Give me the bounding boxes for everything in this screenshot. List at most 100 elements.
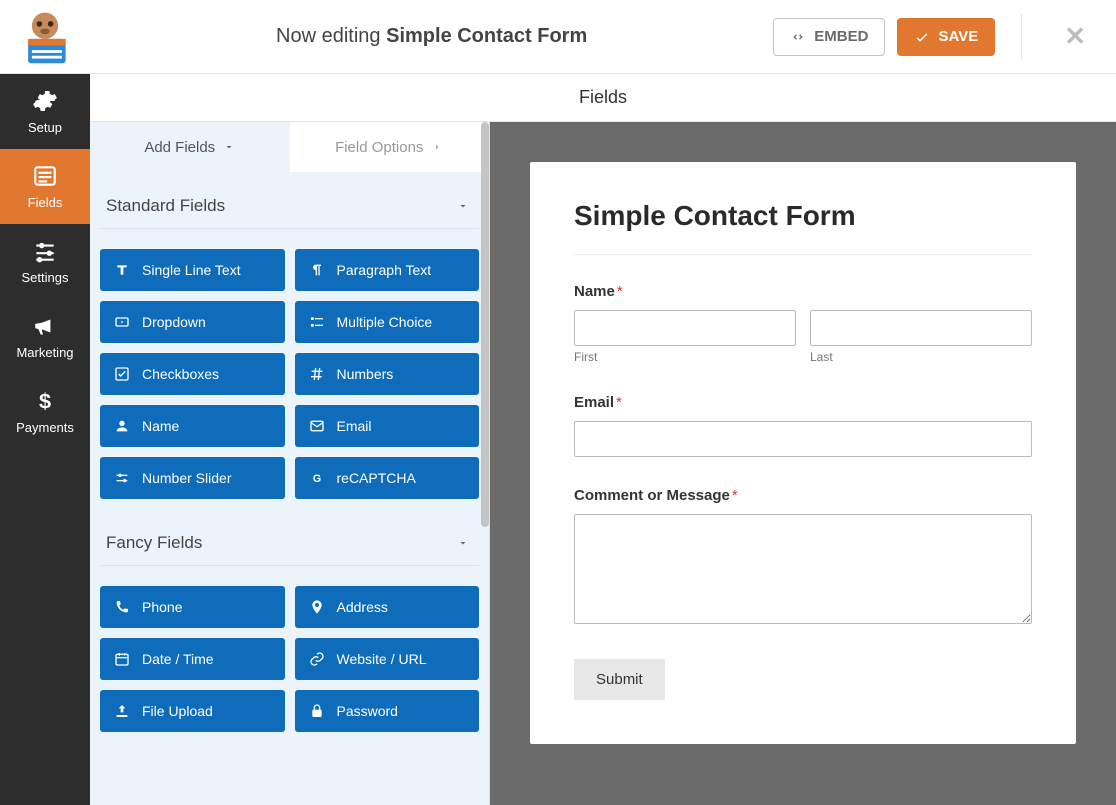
side-body: Standard Fields Single Line Text Paragra…	[90, 172, 489, 805]
vnav-label: Payments	[16, 420, 74, 435]
text-icon	[114, 262, 130, 278]
field-label: Website / URL	[337, 651, 427, 667]
field-multiple-choice[interactable]: Multiple Choice	[295, 301, 480, 343]
content: Add Fields Field Options Standard Fields…	[90, 122, 1116, 805]
vnav-label: Settings	[22, 270, 69, 285]
link-icon	[309, 651, 325, 667]
email-input[interactable]	[574, 421, 1032, 457]
field-label: Date / Time	[142, 651, 214, 667]
field-paragraph-text[interactable]: Paragraph Text	[295, 249, 480, 291]
mail-icon	[309, 418, 325, 434]
check-icon	[914, 29, 930, 45]
field-phone[interactable]: Phone	[100, 586, 285, 628]
label-text: Comment or Message	[574, 487, 730, 504]
first-name-col: First	[574, 310, 796, 364]
field-label: Numbers	[337, 366, 394, 382]
tab-add-fields[interactable]: Add Fields	[90, 122, 290, 172]
close-button[interactable]: ✕	[1054, 21, 1096, 52]
label-text: Name	[574, 283, 615, 300]
header-actions: EMBED SAVE ✕	[773, 14, 1116, 59]
field-file-upload[interactable]: File Upload	[100, 690, 285, 732]
g-icon: G	[309, 470, 325, 486]
form-card[interactable]: Simple Contact Form Name* First Last	[530, 162, 1076, 744]
subheader: Fields	[90, 74, 1116, 122]
form-name: Simple Contact Form	[386, 25, 587, 47]
fancy-fields-grid: Phone Address Date / Time Website / URL …	[100, 566, 479, 742]
vnav-settings[interactable]: Settings	[0, 224, 90, 299]
standard-fields-grid: Single Line Text Paragraph Text Dropdown…	[100, 229, 479, 509]
vertical-nav: Setup Fields Settings Marketing $ Paymen…	[0, 74, 90, 805]
field-password[interactable]: Password	[295, 690, 480, 732]
comment-block: Comment or Message*	[574, 487, 1032, 629]
main-area: Fields Add Fields Field Options Standard…	[90, 74, 1116, 805]
field-label: File Upload	[142, 703, 213, 719]
group-header-standard[interactable]: Standard Fields	[100, 172, 479, 229]
field-single-line-text[interactable]: Single Line Text	[100, 249, 285, 291]
vnav-fields[interactable]: Fields	[0, 149, 90, 224]
side-tabs: Add Fields Field Options	[90, 122, 489, 172]
gear-icon	[32, 88, 58, 114]
field-label: Address	[337, 599, 388, 615]
field-label: Single Line Text	[142, 262, 241, 278]
required-marker: *	[617, 283, 623, 300]
embed-label: EMBED	[814, 28, 868, 45]
bullhorn-icon	[32, 313, 58, 339]
label-text: Email	[574, 394, 614, 411]
side-panel: Add Fields Field Options Standard Fields…	[90, 122, 490, 805]
first-sublabel: First	[574, 350, 796, 364]
pin-icon	[309, 599, 325, 615]
field-recaptcha[interactable]: GreCAPTCHA	[295, 457, 480, 499]
svg-text:G: G	[312, 473, 320, 485]
comment-textarea[interactable]	[574, 514, 1032, 624]
hash-icon	[309, 366, 325, 382]
field-label: Number Slider	[142, 470, 231, 486]
field-label: reCAPTCHA	[337, 470, 416, 486]
form-title: Simple Contact Form	[574, 200, 1032, 255]
field-label: Email	[337, 418, 372, 434]
comment-label: Comment or Message*	[574, 487, 1032, 504]
field-name[interactable]: Name	[100, 405, 285, 447]
group-header-fancy[interactable]: Fancy Fields	[100, 509, 479, 566]
required-marker: *	[616, 394, 622, 411]
group-title: Fancy Fields	[106, 533, 202, 553]
field-email[interactable]: Email	[295, 405, 480, 447]
list-icon	[309, 314, 325, 330]
dollar-icon: $	[32, 388, 58, 414]
field-number-slider[interactable]: Number Slider	[100, 457, 285, 499]
vnav-marketing[interactable]: Marketing	[0, 299, 90, 374]
first-name-input[interactable]	[574, 310, 796, 346]
user-icon	[114, 418, 130, 434]
field-label: Dropdown	[142, 314, 206, 330]
name-row: First Last	[574, 310, 1032, 364]
last-name-input[interactable]	[810, 310, 1032, 346]
field-dropdown[interactable]: Dropdown	[100, 301, 285, 343]
vnav-payments[interactable]: $ Payments	[0, 374, 90, 449]
field-label: Name	[142, 418, 179, 434]
last-name-col: Last	[810, 310, 1032, 364]
email-block: Email*	[574, 394, 1032, 457]
field-numbers[interactable]: Numbers	[295, 353, 480, 395]
check-icon	[114, 366, 130, 382]
svg-text:$: $	[39, 389, 51, 414]
divider	[1021, 14, 1022, 59]
field-date-time[interactable]: Date / Time	[100, 638, 285, 680]
field-website-url[interactable]: Website / URL	[295, 638, 480, 680]
calendar-icon	[114, 651, 130, 667]
tab-field-options[interactable]: Field Options	[290, 122, 490, 172]
submit-button[interactable]: Submit	[574, 659, 665, 700]
name-label: Name*	[574, 283, 1032, 300]
upload-icon	[114, 703, 130, 719]
field-address[interactable]: Address	[295, 586, 480, 628]
required-marker: *	[732, 487, 738, 504]
embed-button[interactable]: EMBED	[773, 18, 885, 56]
lock-icon	[309, 703, 325, 719]
vnav-label: Fields	[28, 195, 63, 210]
chevron-right-icon	[431, 141, 443, 153]
tab-label: Add Fields	[144, 139, 215, 156]
vnav-setup[interactable]: Setup	[0, 74, 90, 149]
save-button[interactable]: SAVE	[897, 18, 995, 56]
paragraph-icon	[309, 262, 325, 278]
code-icon	[790, 29, 806, 45]
last-sublabel: Last	[810, 350, 1032, 364]
field-checkboxes[interactable]: Checkboxes	[100, 353, 285, 395]
